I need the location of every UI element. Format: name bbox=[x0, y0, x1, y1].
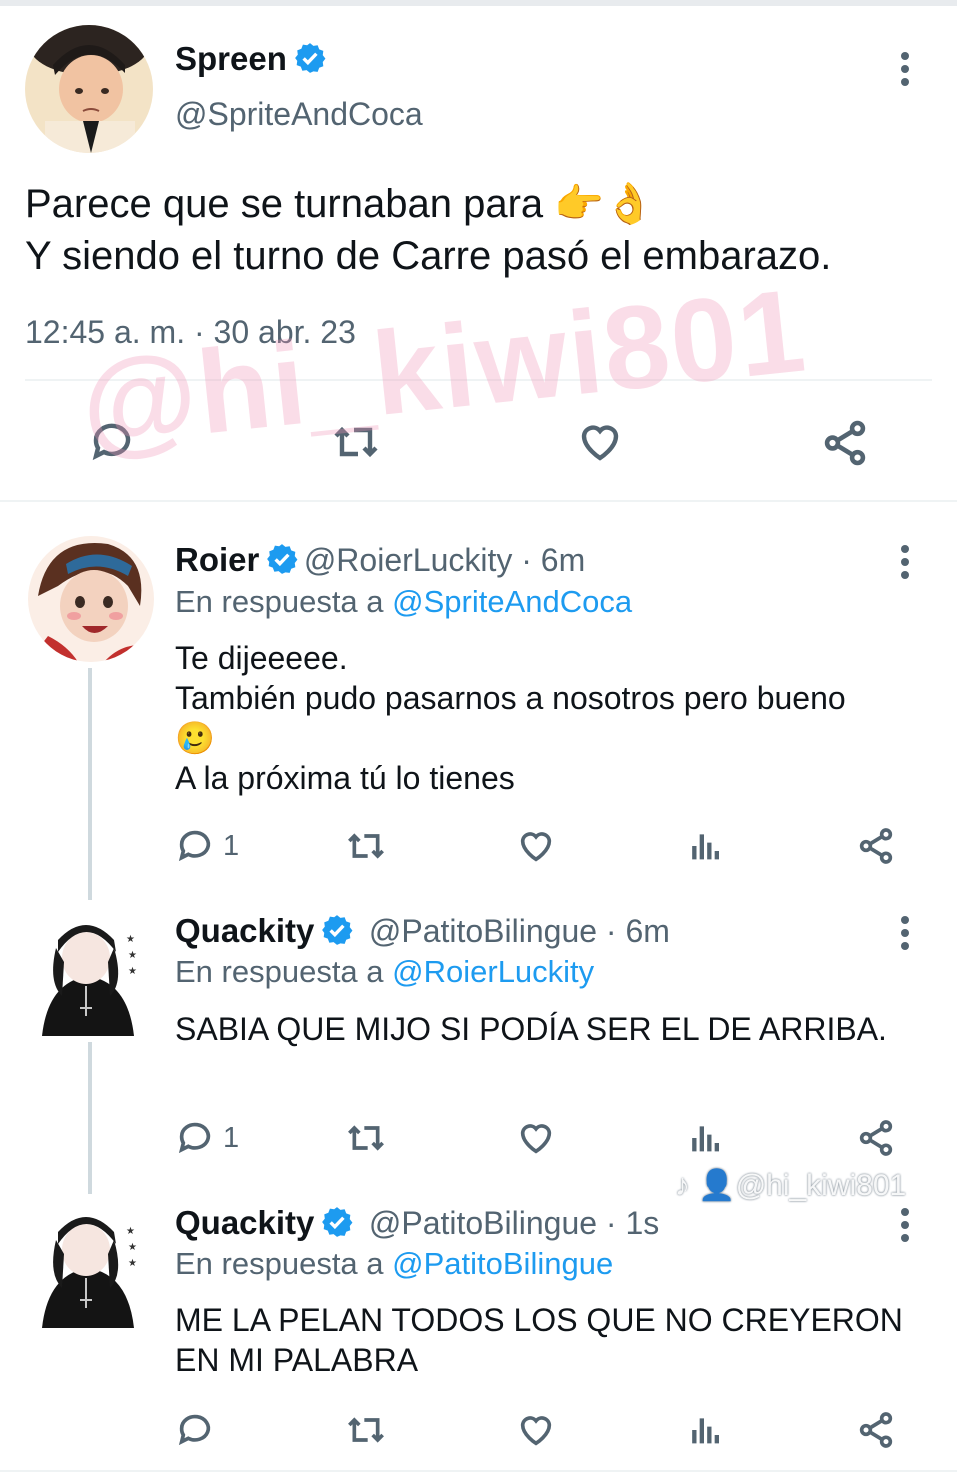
retweet-icon bbox=[348, 1125, 384, 1151]
reply-text-line: 🥲 bbox=[175, 720, 215, 756]
avatar-quackity[interactable]: ★ ★ ★ bbox=[28, 1204, 146, 1328]
reply-icon bbox=[178, 1122, 211, 1154]
like-button[interactable] bbox=[516, 1118, 556, 1158]
like-button[interactable] bbox=[516, 1410, 556, 1450]
divider bbox=[0, 1470, 957, 1472]
reply-header: Roier @RoierLuckity · 6m bbox=[175, 541, 585, 579]
author-name[interactable]: Spreen bbox=[175, 40, 327, 78]
author-name[interactable]: Roier bbox=[175, 541, 259, 578]
author-handle[interactable]: @PatitoBilingue bbox=[369, 1205, 597, 1241]
divider bbox=[0, 500, 957, 502]
reply-to-line: En respuesta a @SpriteAndCoca bbox=[175, 584, 632, 620]
reply-to-mention[interactable]: @SpriteAndCoca bbox=[392, 584, 632, 619]
reply-text-line: ME LA PELAN TODOS LOS QUE NO CREYERON bbox=[175, 1302, 903, 1338]
tweet-age: · 1s bbox=[597, 1205, 660, 1241]
tweet-text: Parece que se turnaban para 👉👌 Y siendo … bbox=[25, 178, 831, 282]
avatar-quackity[interactable]: ★ ★ ★ bbox=[28, 912, 146, 1036]
views-icon bbox=[692, 1418, 719, 1444]
share-button[interactable] bbox=[856, 1118, 896, 1158]
more-icon[interactable] bbox=[900, 545, 910, 584]
watermark-overlay: @hi_kiwi801 bbox=[75, 264, 813, 472]
reply-text: Te dijeeeee. También pudo pasarnos a nos… bbox=[175, 638, 846, 798]
author-handle[interactable]: @RoierLuckity bbox=[304, 542, 513, 578]
share-button[interactable] bbox=[856, 826, 896, 866]
reply-to-prefix: En respuesta a bbox=[175, 584, 393, 619]
verified-badge-icon bbox=[267, 544, 298, 574]
thread-line bbox=[88, 1042, 92, 1194]
reply-text-line: SABIA QUE MIJO SI PODÍA SER EL DE ARRIBA… bbox=[175, 1011, 887, 1047]
avatar-roier[interactable] bbox=[28, 536, 154, 662]
share-icon bbox=[859, 828, 893, 864]
reply-text: ME LA PELAN TODOS LOS QUE NO CREYERON EN… bbox=[175, 1300, 903, 1380]
reply-button[interactable]: 1 bbox=[175, 1118, 239, 1158]
reply-to-line: En respuesta a @PatitoBilingue bbox=[175, 1246, 613, 1282]
like-button[interactable] bbox=[516, 826, 556, 866]
author-handle[interactable]: @SpriteAndCoca bbox=[175, 96, 423, 133]
retweet-button[interactable] bbox=[344, 1410, 388, 1450]
reply-icon bbox=[178, 1414, 211, 1446]
reply-button[interactable]: 1 bbox=[175, 826, 239, 866]
author-name[interactable]: Quackity bbox=[175, 912, 314, 949]
retweet-icon bbox=[348, 1417, 384, 1443]
reply-button[interactable] bbox=[175, 1410, 215, 1450]
reply-icon bbox=[178, 830, 211, 862]
like-icon bbox=[581, 425, 619, 461]
reply-to-line: En respuesta a @RoierLuckity bbox=[175, 954, 594, 990]
like-icon bbox=[520, 832, 552, 862]
svg-text:★: ★ bbox=[128, 950, 137, 961]
svg-text:★: ★ bbox=[126, 934, 135, 945]
reply-text-line: A la próxima tú lo tienes bbox=[175, 760, 515, 796]
reply-to-mention[interactable]: @RoierLuckity bbox=[392, 954, 594, 989]
tweet-age: · 6m bbox=[512, 542, 586, 578]
views-icon bbox=[692, 1126, 719, 1152]
reply-text: SABIA QUE MIJO SI PODÍA SER EL DE ARRIBA… bbox=[175, 1009, 887, 1049]
reply-to-prefix: En respuesta a bbox=[175, 954, 393, 989]
like-icon bbox=[520, 1124, 552, 1154]
share-icon bbox=[824, 420, 866, 466]
reply-to-mention[interactable]: @PatitoBilingue bbox=[392, 1246, 613, 1281]
reply-count: 1 bbox=[223, 1121, 240, 1154]
verified-badge-icon bbox=[322, 1207, 353, 1237]
author-name[interactable]: Quackity bbox=[175, 1204, 314, 1241]
retweet-button[interactable] bbox=[344, 1118, 388, 1158]
like-icon bbox=[520, 1416, 552, 1446]
author-handle[interactable]: @PatitoBilingue bbox=[369, 913, 597, 949]
verified-badge-icon bbox=[322, 915, 353, 945]
svg-text:★: ★ bbox=[126, 1226, 135, 1237]
share-icon bbox=[859, 1120, 893, 1156]
author-name-text[interactable]: Spreen bbox=[175, 40, 287, 77]
tweet-text-line: Parece que se turnaban para 👉👌 bbox=[25, 182, 654, 226]
retweet-icon bbox=[348, 833, 384, 859]
share-button[interactable] bbox=[820, 418, 870, 468]
avatar-spreen[interactable] bbox=[25, 25, 153, 153]
like-button[interactable] bbox=[576, 418, 624, 466]
more-icon[interactable] bbox=[900, 1208, 910, 1247]
reply-text-line: También pudo pasarnos a nosotros pero bu… bbox=[175, 680, 846, 716]
reply-text-line: EN MI PALABRA bbox=[175, 1342, 419, 1378]
thread-line bbox=[88, 668, 92, 900]
share-icon bbox=[859, 1412, 893, 1448]
reply-to-prefix: En respuesta a bbox=[175, 1246, 393, 1281]
tiktok-watermark: ♪ 👤@hi_kiwi801 bbox=[675, 1169, 907, 1202]
reply-header: Quackity @PatitoBilingue · 6m bbox=[175, 912, 670, 950]
reply-text-line: Te dijeeeee. bbox=[175, 640, 348, 676]
svg-text:★: ★ bbox=[128, 1258, 137, 1269]
reply-count: 1 bbox=[223, 829, 240, 862]
tweet-age: · 6m bbox=[597, 913, 670, 949]
verified-badge-icon bbox=[295, 43, 326, 73]
views-button[interactable] bbox=[686, 1410, 726, 1450]
retweet-button[interactable] bbox=[344, 826, 388, 866]
svg-text:★: ★ bbox=[128, 966, 137, 977]
views-icon bbox=[692, 834, 719, 860]
top-border bbox=[0, 0, 957, 6]
svg-text:★: ★ bbox=[128, 1242, 137, 1253]
more-icon[interactable] bbox=[900, 916, 910, 955]
share-button[interactable] bbox=[856, 1410, 896, 1450]
more-icon[interactable] bbox=[900, 52, 910, 91]
views-button[interactable] bbox=[686, 1118, 726, 1158]
reply-header: Quackity @PatitoBilingue · 1s bbox=[175, 1204, 659, 1242]
views-button[interactable] bbox=[686, 826, 726, 866]
